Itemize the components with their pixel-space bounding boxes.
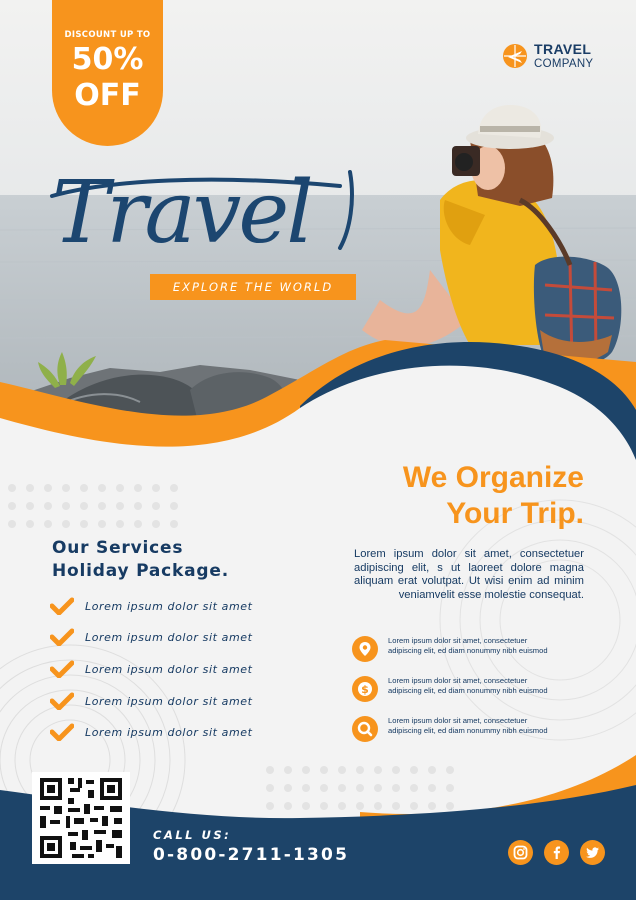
discount-percent: 50% [71,42,144,77]
title-flourish [50,170,354,250]
brand-logo: TRAVEL COMPANY [502,41,622,75]
service-item-label: Lorem ipsum dolor sit amet [85,695,253,708]
info-row-search: Lorem ipsum dolor sit amet, consectetuer… [352,714,602,744]
info-text: Lorem ipsum dolor sit amet, consectetuer… [388,676,548,695]
info-text: Lorem ipsum dolor sit amet, consectetuer… [388,636,548,655]
service-item: Lorem ipsum dolor sit amet [50,628,310,648]
call-us-label: CALL US: [153,828,232,842]
plane-globe-icon [503,44,527,68]
services-title-line2: Holiday Package. [52,561,229,581]
service-item: Lorem ipsum dolor sit amet [50,723,310,743]
service-item-label: Lorem ipsum dolor sit amet [85,600,253,613]
service-item-label: Lorem ipsum dolor sit amet [85,663,253,676]
organize-heading-line2: Your Trip. [446,497,584,530]
info-row-price: $ Lorem ipsum dolor sit amet, consectetu… [352,674,602,704]
services-title-line1: Our Services [52,538,184,558]
hero-tagline: EXPLORE THE WORLD [150,274,356,300]
checkmark-icon [50,597,74,615]
organize-paragraph: Lorem ipsum dolor sit amet, consectetuer… [354,548,584,601]
qr-code [32,772,130,864]
brand-subname: COMPANY [534,58,594,70]
service-item: Lorem ipsum dolor sit amet [50,692,310,712]
facebook-icon[interactable] [544,840,569,865]
discount-off: OFF [74,78,141,113]
dollar-icon: $ [352,676,378,702]
info-text: Lorem ipsum dolor sit amet, consectetuer… [388,716,548,735]
service-item-label: Lorem ipsum dolor sit amet [85,631,253,644]
twitter-icon[interactable] [580,840,605,865]
organize-heading: We Organize Your Trip. [322,460,584,532]
service-item: Lorem ipsum dolor sit amet [50,660,310,680]
travel-flyer: DISCOUNT UP TO 50% OFF TRAVEL COMPANY Tr… [0,0,636,900]
checkmark-icon [50,628,74,646]
services-title: Our Services Holiday Package. [52,537,229,583]
phone-number[interactable]: 0-800-2711-1305 [153,845,349,865]
service-item-label: Lorem ipsum dolor sit amet [85,726,253,739]
instagram-icon[interactable] [508,840,533,865]
checkmark-icon [50,692,74,710]
svg-text:$: $ [361,683,369,696]
checkmark-icon [50,723,74,741]
organize-heading-line1: We Organize [402,461,584,494]
location-pin-icon [352,636,378,662]
info-row-location: Lorem ipsum dolor sit amet, consectetuer… [352,634,602,664]
discount-label: DISCOUNT UP TO [64,30,151,40]
brand-name: TRAVEL [534,41,592,57]
service-item: Lorem ipsum dolor sit amet [50,597,310,617]
discount-badge: DISCOUNT UP TO 50% OFF [52,0,163,146]
checkmark-icon [50,660,74,678]
search-icon [352,716,378,742]
